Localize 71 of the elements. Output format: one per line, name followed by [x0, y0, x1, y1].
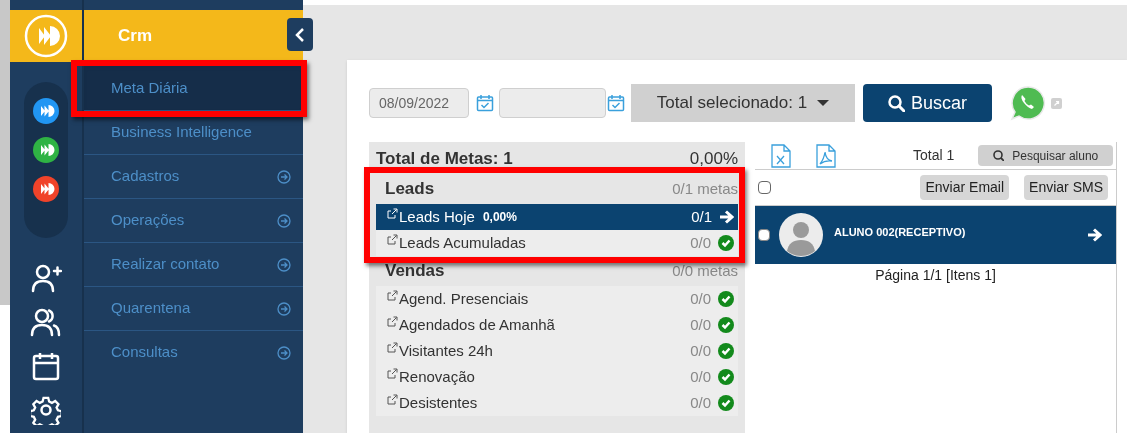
- goal-percent: 0,00%: [482, 209, 517, 226]
- app-icon[interactable]: [33, 176, 59, 202]
- avatar-icon: [779, 213, 823, 257]
- external-link-icon: [387, 290, 398, 301]
- search-button[interactable]: Buscar: [863, 84, 992, 122]
- app-icon[interactable]: [33, 98, 59, 124]
- users-icon[interactable]: [30, 307, 62, 337]
- external-link-icon: [387, 368, 398, 379]
- goal-label: Agendados de Amanhã: [399, 314, 555, 335]
- goal-count: 0/0: [690, 314, 711, 335]
- search-icon: [993, 150, 1005, 161]
- goal-label: Renovação: [399, 366, 475, 387]
- arrow-right-icon: [1087, 227, 1102, 243]
- arrow-circle-icon: [277, 169, 291, 184]
- arrow-circle-icon: [277, 301, 291, 316]
- goals-title: Total de Metas: 1: [376, 148, 513, 171]
- calendar-icon[interactable]: [32, 351, 60, 381]
- total-select[interactable]: Total selecionado: 1: [631, 84, 855, 122]
- student-name: ALUNO 002(RECEPTIVO): [834, 224, 966, 240]
- goal-count: 0/0: [690, 340, 711, 361]
- app-icon[interactable]: [33, 137, 59, 163]
- goal-label: Leads Hoje: [399, 206, 475, 227]
- group-title: Leads: [385, 178, 435, 201]
- arrow-circle-icon: [277, 257, 291, 272]
- date-field[interactable]: 08/09/2022: [369, 88, 469, 118]
- goal-count: 0/0: [690, 366, 711, 387]
- goal-row[interactable]: Leads Hoje 0,00% 0/1: [376, 204, 738, 230]
- goal-row[interactable]: Agendados de Amanhã 0/0: [376, 312, 738, 338]
- goal-row[interactable]: Visitantes 24h 0/0: [376, 338, 738, 364]
- search-student-button[interactable]: Pesquisar aluno: [978, 145, 1114, 166]
- student-row[interactable]: ALUNO 002(RECEPTIVO): [755, 206, 1116, 264]
- external-link-icon: [387, 234, 398, 245]
- goal-count: 0/0: [690, 288, 711, 309]
- external-link-icon: [387, 316, 398, 327]
- collapse-button[interactable]: [287, 18, 313, 51]
- goal-count: 0/0: [690, 232, 711, 253]
- checkbox[interactable]: [758, 229, 770, 241]
- goal-label: Visitantes 24h: [399, 340, 493, 361]
- group-title: Vendas: [385, 260, 445, 283]
- menu-item[interactable]: Meta Diária: [84, 66, 303, 110]
- search-icon: [888, 94, 905, 112]
- goal-row[interactable]: Renovação 0/0: [376, 364, 738, 390]
- settings-icon[interactable]: [31, 395, 61, 425]
- goal-row[interactable]: Leads Acumuladas 0/0: [376, 230, 738, 256]
- group-count: 0/0 metas: [672, 260, 738, 281]
- date-field[interactable]: [499, 88, 606, 118]
- action-button[interactable]: Enviar SMS: [1024, 175, 1108, 200]
- total-count: Total 1: [913, 146, 955, 165]
- goal-count: 0/0: [690, 392, 711, 413]
- goal-label: Desistentes: [399, 392, 478, 413]
- menu-title: Crm: [118, 25, 152, 48]
- external-link-icon: [387, 342, 398, 353]
- external-link-icon: [387, 394, 398, 405]
- arrow-circle-icon: [277, 213, 291, 228]
- goals-percent: 0,00%: [689, 148, 738, 171]
- pdf-file-icon[interactable]: [816, 143, 836, 168]
- add-user-icon[interactable]: [30, 263, 62, 293]
- excel-file-icon[interactable]: [771, 143, 791, 168]
- goal-label: Agend. Presenciais: [399, 288, 529, 309]
- caret-icon: [817, 100, 830, 106]
- chevron-left-icon: [295, 27, 305, 42]
- action-button[interactable]: Enviar Email: [920, 175, 1010, 200]
- goal-label: Leads Acumuladas: [399, 232, 526, 253]
- external-link-icon: [387, 208, 398, 219]
- goal-count: 0/1: [691, 206, 712, 227]
- checkbox[interactable]: [758, 181, 771, 194]
- pagination-text: Página 1/1 [Itens 1]: [874, 266, 997, 285]
- group-count: 0/1 metas: [672, 178, 738, 199]
- goal-row[interactable]: Agend. Presenciais 0/0: [376, 286, 738, 312]
- goal-row[interactable]: Desistentes 0/0: [376, 390, 738, 416]
- arrow-circle-icon: [277, 345, 291, 360]
